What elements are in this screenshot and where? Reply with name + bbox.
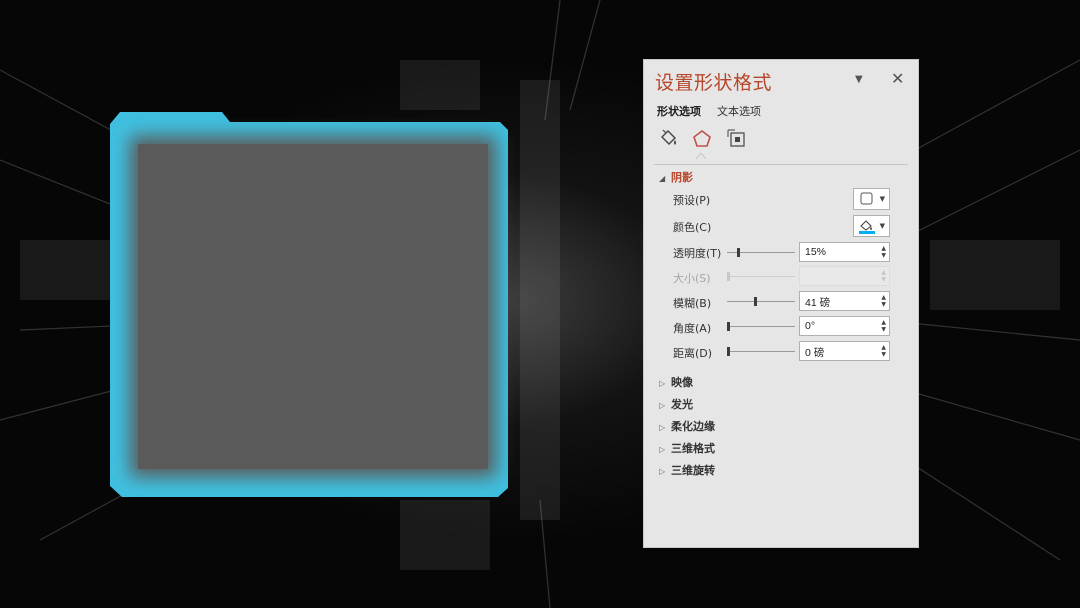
section-3d-rotation[interactable]: ▷ 三维旋转 [659,462,715,478]
section-soft-edges-label: 柔化边缘 [671,420,715,433]
effects-pentagon-icon[interactable] [691,128,713,150]
blur-slider-thumb[interactable] [754,297,757,306]
size-slider-thumb [727,272,730,281]
close-icon[interactable]: ✕ [891,69,904,88]
spin-down-icon[interactable]: ▼ [881,253,886,259]
expand-arrow-icon: ▷ [659,423,666,432]
chevron-down-icon: ▼ [879,195,885,203]
shadow-color-button[interactable]: ▼ [853,215,890,237]
shadow-preset-button[interactable]: ▼ [853,188,890,210]
size-label: 大小(S) [673,272,711,285]
shadow-preset-icon [860,192,873,205]
section-reflection-label: 映像 [671,376,693,389]
section-shadow[interactable]: ◢ 阴影 [659,169,693,185]
section-3d-format[interactable]: ▷ 三维格式 [659,440,715,456]
expand-arrow-icon: ▷ [659,401,666,410]
transparency-slider[interactable] [727,248,795,257]
tab-shape-options[interactable]: 形状选项 [657,103,701,119]
angle-value: 0° [805,320,816,332]
tab-text-options[interactable]: 文本选项 [717,103,761,119]
transparency-input[interactable]: 15% ▲ ▼ [799,242,890,262]
expand-arrow-icon: ▷ [659,445,666,454]
size-input: ▲ ▼ [799,266,890,286]
transparency-slider-thumb[interactable] [737,248,740,257]
paint-bucket-icon [859,220,875,234]
pane-divider [654,164,908,165]
distance-slider[interactable] [727,347,795,356]
chevron-down-icon: ▼ [879,222,885,230]
distance-value: 0 磅 [805,347,825,359]
expand-arrow-icon: ▷ [659,379,666,388]
distance-slider-thumb[interactable] [727,347,730,356]
section-shadow-label: 阴影 [671,171,693,184]
transparency-value: 15% [805,246,827,258]
shape-fill [138,144,488,469]
size-slider [727,272,795,281]
preset-label: 预设(P) [673,194,711,207]
slide-shape[interactable] [98,102,522,507]
collapse-arrow-icon: ◢ [659,174,666,183]
blur-slider[interactable] [727,297,795,306]
angle-slider-thumb[interactable] [727,322,730,331]
size-properties-icon[interactable] [726,128,748,150]
angle-label: 角度(A) [673,322,712,335]
caret-down-icon[interactable]: ▼ [855,74,863,85]
distance-label: 距离(D) [673,347,713,360]
section-glow[interactable]: ▷ 发光 [659,396,693,412]
spin-down-icon: ▼ [881,276,886,283]
fill-line-icon[interactable] [658,128,680,150]
color-swatch [859,231,875,234]
section-3d-format-label: 三维格式 [671,442,715,455]
pane-title: 设置形状格式 [655,72,773,94]
blur-label: 模糊(B) [673,297,712,310]
section-reflection[interactable]: ▷ 映像 [659,374,693,390]
transparency-label: 透明度(T) [673,247,722,260]
selected-category-marker [696,153,706,159]
blur-input[interactable]: 41 磅 ▲ ▼ [799,291,890,311]
expand-arrow-icon: ▷ [659,467,666,476]
blur-value: 41 磅 [805,297,831,309]
distance-input[interactable]: 0 磅 ▲ ▼ [799,341,890,361]
section-3d-rotation-label: 三维旋转 [671,464,715,477]
angle-input[interactable]: 0° ▲ ▼ [799,316,890,336]
section-glow-label: 发光 [671,398,693,411]
angle-slider[interactable] [727,322,795,331]
section-soft-edges[interactable]: ▷ 柔化边缘 [659,418,715,434]
spin-down-icon[interactable]: ▼ [881,302,886,308]
spin-down-icon[interactable]: ▼ [881,327,886,333]
spin-down-icon[interactable]: ▼ [881,352,886,358]
color-label: 颜色(C) [673,221,712,234]
format-shape-pane: 设置形状格式 ▼ ✕ 形状选项 文本选项 ◢ 阴影 预设(P) ▼ 颜色(C) … [643,59,919,548]
